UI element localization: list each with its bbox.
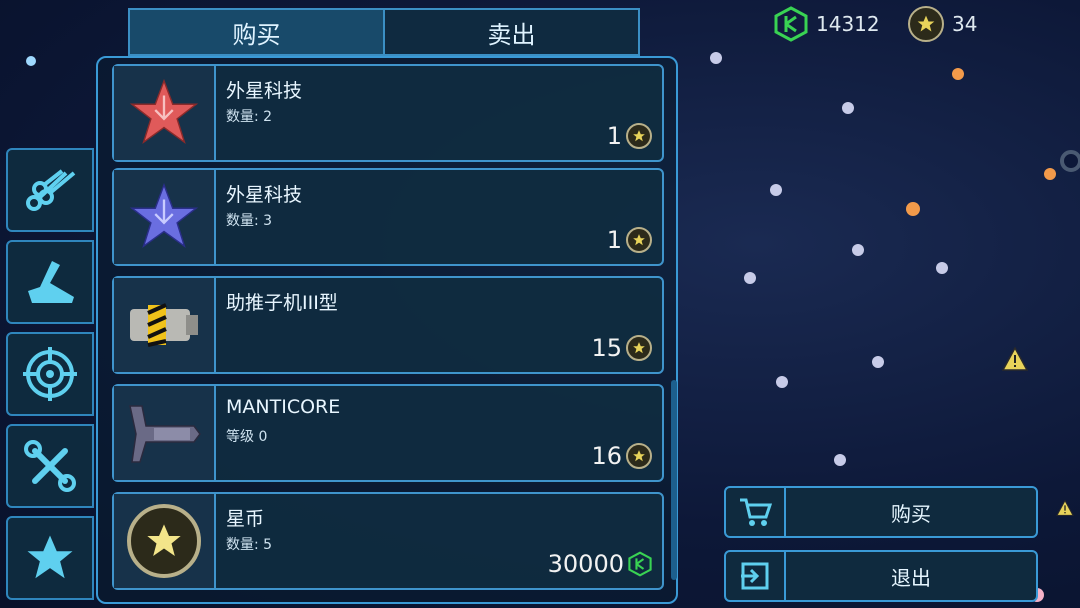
tab-buy[interactable]: 购买 (128, 8, 385, 56)
background-star (852, 244, 864, 256)
background-star (834, 454, 846, 466)
pipes-icon (26, 169, 76, 211)
category-ships-button[interactable] (6, 240, 94, 324)
category-tools-button[interactable] (6, 424, 94, 508)
item-detail: 等级 0 (226, 429, 268, 445)
star-coin-icon (908, 6, 944, 42)
item-price-value: 16 (591, 442, 622, 470)
item-thumbnail (114, 494, 216, 588)
item-thumbnail (114, 170, 216, 264)
background-star (1044, 168, 1056, 180)
star-coin-icon (626, 227, 652, 253)
background-star (842, 102, 854, 114)
green-cube-currency-icon (628, 551, 652, 577)
exit-button[interactable]: 退出 (724, 550, 1038, 602)
item-detail: 数量: 2 (226, 109, 273, 125)
crosshair-icon (23, 347, 77, 401)
item-name: 外星科技 (226, 80, 303, 102)
category-weapons-button[interactable] (6, 332, 94, 416)
item-detail: 数量: 3 (226, 213, 273, 229)
shop-item-list: 外星科技 数量: 2 1 外星科技 数量: 3 1 助推子机III型 15 MA… (96, 56, 678, 604)
item-thumbnail (114, 386, 216, 480)
category-premium-button[interactable] (6, 516, 94, 600)
background-star (936, 262, 948, 274)
exit-icon-box (726, 552, 786, 600)
item-detail: 数量: 5 (226, 537, 273, 553)
background-star (770, 184, 782, 196)
item-thumbnail (114, 278, 216, 372)
tools-icon (24, 440, 76, 492)
item-price: 15 (591, 334, 652, 362)
stars-currency-amount: 34 (952, 12, 978, 36)
green-cube-currency-icon (774, 6, 808, 42)
item-thumbnail (114, 66, 216, 160)
shop-item[interactable]: 助推子机III型 15 (112, 276, 664, 374)
item-name: 助推子机III型 (226, 292, 338, 314)
category-materials-button[interactable] (6, 148, 94, 232)
manticore-ship-icon (129, 405, 201, 463)
item-price: 16 (591, 442, 652, 470)
background-star (872, 356, 884, 368)
green-currency-display: 14312 (774, 6, 880, 42)
star-coin-icon (626, 123, 652, 149)
item-price: 1 (607, 226, 652, 254)
blue-circuit-star-icon (129, 182, 199, 249)
star-coin-icon (626, 335, 652, 361)
item-name: MANTICORE (226, 396, 341, 418)
item-name: 星币 (226, 508, 265, 530)
star-icon (27, 535, 73, 579)
item-price-value: 15 (591, 334, 622, 362)
warning-icon (1002, 347, 1028, 371)
star-coin-icon (626, 443, 652, 469)
background-star (744, 272, 756, 284)
shop-tabs: 购买 卖出 (128, 8, 640, 56)
buy-button-label: 购买 (891, 501, 931, 526)
background-star (906, 202, 920, 216)
item-price: 1 (607, 122, 652, 150)
background-star (26, 56, 36, 66)
item-name: 外星科技 (226, 184, 303, 206)
background-star (776, 376, 788, 388)
background-star (710, 52, 722, 64)
cart-icon-box (726, 488, 786, 536)
green-currency-amount: 14312 (816, 12, 880, 36)
cart-icon (740, 498, 772, 526)
item-price-value: 1 (606, 226, 622, 254)
background-star (952, 68, 964, 80)
exit-button-label: 退出 (891, 565, 931, 590)
tab-sell[interactable]: 卖出 (385, 8, 640, 56)
item-price-value: 30000 (547, 550, 624, 578)
category-sidebar (6, 148, 94, 608)
shop-item[interactable]: 星币 数量: 5 30000 (112, 492, 664, 590)
list-scrollbar[interactable] (671, 380, 677, 580)
red-circuit-star-icon (129, 78, 199, 145)
item-price: 30000 (548, 550, 652, 578)
item-price-value: 1 (606, 122, 622, 150)
warning-icon (1056, 500, 1074, 516)
buy-button[interactable]: 购买 (724, 486, 1038, 538)
booster-module-icon (130, 303, 198, 347)
ship-silhouette-icon (28, 261, 74, 303)
stars-currency-display: 34 (908, 6, 977, 42)
background-star (1060, 150, 1080, 172)
shop-item[interactable]: 外星科技 数量: 3 1 (112, 168, 664, 266)
shop-item[interactable]: 外星科技 数量: 2 1 (112, 64, 664, 162)
star-coin-large-icon (127, 504, 201, 578)
exit-icon (741, 562, 769, 590)
shop-item[interactable]: MANTICORE 等级 0 16 (112, 384, 664, 482)
